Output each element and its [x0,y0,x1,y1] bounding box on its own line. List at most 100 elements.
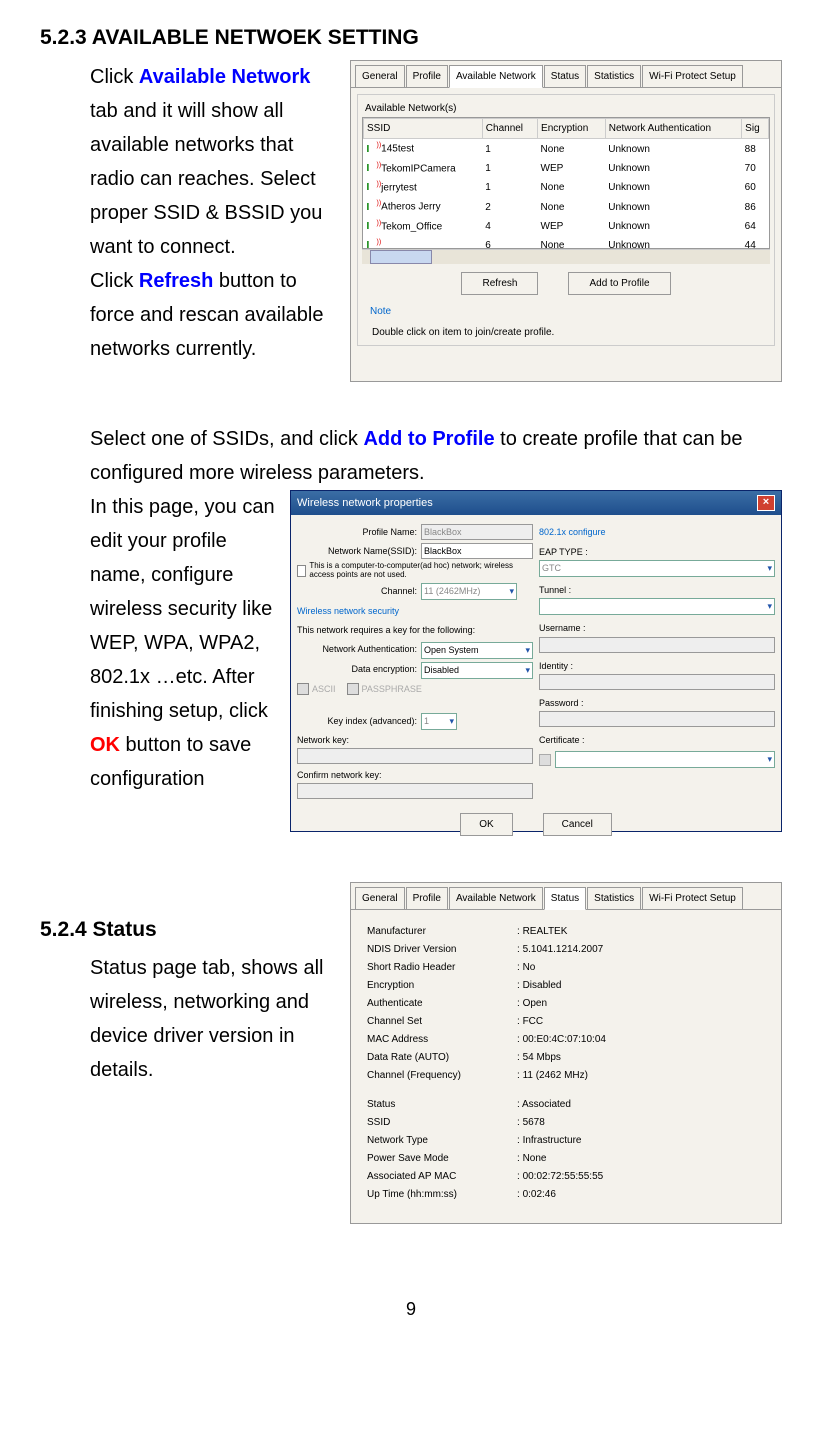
horizontal-scrollbar[interactable] [362,249,770,264]
status-key: Authenticate [367,995,517,1012]
status-key: Encryption [367,977,517,994]
status-value: Infrastructure [517,1132,581,1149]
tab-status-2[interactable]: Status [544,887,586,910]
wifi-icon: I [367,160,377,170]
data-enc-label: Data encryption: [297,662,417,677]
table-row[interactable]: I))Tekom_Office4WEPUnknown64 [364,217,769,236]
status-value: FCC [517,1013,543,1030]
status-value: 54 Mbps [517,1049,561,1066]
auth-select[interactable]: Open System [421,642,533,659]
status-key: Associated AP MAC [367,1168,517,1185]
status-key: Status [367,1096,517,1113]
available-network-keyword: Available Network [139,66,311,88]
profile-name-label: Profile Name: [297,525,417,540]
table-row[interactable]: I))145test1NoneUnknown88 [364,139,769,159]
tab-general[interactable]: General [355,65,405,87]
tab-statistics[interactable]: Statistics [587,65,641,87]
tunnel-select [539,598,775,615]
ssid-label: Network Name(SSID): [297,544,417,559]
table-row[interactable]: I))jerrytest1NoneUnknown60 [364,178,769,197]
keyindex-label: Key index (advanced): [297,714,417,729]
status-value: 11 (2462 MHz) [517,1067,588,1084]
status-key: NDIS Driver Version [367,941,517,958]
status-key: Manufacturer [367,923,517,940]
wifi-icon: I [367,218,377,228]
eap-label: EAP TYPE : [539,545,775,560]
table-row[interactable]: I))TekomIPCamera1WEPUnknown70 [364,159,769,178]
tab-wifi-protect[interactable]: Wi-Fi Protect Setup [642,65,743,87]
tab-bar: General Profile Available Network Status… [351,61,781,88]
wifi-icon: I [367,141,377,151]
tab-statistics-2[interactable]: Statistics [587,887,641,909]
confkey-input [297,783,533,799]
security-subtext: This network requires a key for the foll… [297,623,533,638]
tab-status[interactable]: Status [544,65,586,87]
tab-profile-2[interactable]: Profile [406,887,448,909]
tab-wifi-2[interactable]: Wi-Fi Protect Setup [642,887,743,909]
refresh-button[interactable]: Refresh [461,272,538,295]
status-value: None [517,1150,546,1167]
channel-label: Channel: [297,584,417,599]
keyindex-select: 1 [421,713,457,730]
status-key: Up Time (hh:mm:ss) [367,1186,517,1203]
section-523-title: 5.2.3 AVAILABLE NETWOEK SETTING [40,20,782,56]
tab-general-2[interactable]: General [355,887,405,909]
status-value: REALTEK [517,923,567,940]
tunnel-label: Tunnel : [539,583,775,598]
cancel-button[interactable]: Cancel [543,813,612,836]
col-signal[interactable]: Sig [742,119,769,139]
network-list[interactable]: SSID Channel Encryption Network Authenti… [362,117,770,249]
password-input [539,711,775,727]
ascii-label: ASCII [312,682,336,697]
status-value: No [517,959,535,976]
col-auth[interactable]: Network Authentication [605,119,741,139]
tab-available-2[interactable]: Available Network [449,887,543,909]
password-label: Password : [539,696,775,711]
available-network-screenshot: General Profile Available Network Status… [350,60,782,382]
cert-select [555,751,775,768]
status-key: SSID [367,1114,517,1131]
status-value: Disabled [517,977,561,994]
passphrase-label: PASSPHRASE [362,682,422,697]
table-row[interactable]: I))Atheros Jerry2NoneUnknown86 [364,197,769,216]
passphrase-checkbox [347,683,359,695]
ascii-checkbox [297,683,309,695]
group-title: Available Network(s) [362,100,460,117]
cert-label: Certificate : [539,733,775,748]
ok-button[interactable]: OK [460,813,512,836]
netkey-input [297,748,533,764]
username-label: Username : [539,621,775,636]
identity-label: Identity : [539,659,775,674]
auth-label: Network Authentication: [297,642,417,657]
add-to-profile-button[interactable]: Add to Profile [568,272,670,295]
tab-bar-status: General Profile Available Network Status… [351,883,781,910]
data-enc-select[interactable]: Disabled [421,662,533,679]
col-ssid[interactable]: SSID [364,119,483,139]
eap-select: GTC [539,560,775,577]
dialog-titlebar: Wireless network properties × [291,491,781,516]
tab-available-network[interactable]: Available Network [449,65,543,88]
channel-select: 11 (2462MHz) [421,583,517,600]
ssid-input[interactable]: BlackBox [421,543,533,559]
adhoc-checkbox[interactable] [297,565,306,577]
ok-keyword: OK [90,734,120,756]
col-channel[interactable]: Channel [482,119,537,139]
status-key: Data Rate (AUTO) [367,1049,517,1066]
status-key: MAC Address [367,1031,517,1048]
status-value: 0:02:46 [517,1186,556,1203]
wifi-icon: I [367,199,377,209]
tab-profile[interactable]: Profile [406,65,448,87]
page-number: 9 [40,1294,782,1325]
wireless-properties-screenshot: Wireless network properties × Profile Na… [290,490,782,832]
close-icon[interactable]: × [757,495,775,511]
status-screenshot: General Profile Available Network Status… [350,882,782,1224]
adhoc-label: This is a computer-to-computer(ad hoc) n… [309,562,533,580]
status-content: ManufacturerREALTEKNDIS Driver Version5.… [351,910,781,1216]
col-encryption[interactable]: Encryption [538,119,606,139]
profile-name-input: BlackBox [421,524,533,540]
confkey-label: Confirm network key: [297,768,533,783]
status-key: Network Type [367,1132,517,1149]
cert-checkbox [539,754,551,766]
table-row[interactable]: I))6NoneUnknown44 [364,236,769,249]
status-value: 00:E0:4C:07:10:04 [517,1031,606,1048]
